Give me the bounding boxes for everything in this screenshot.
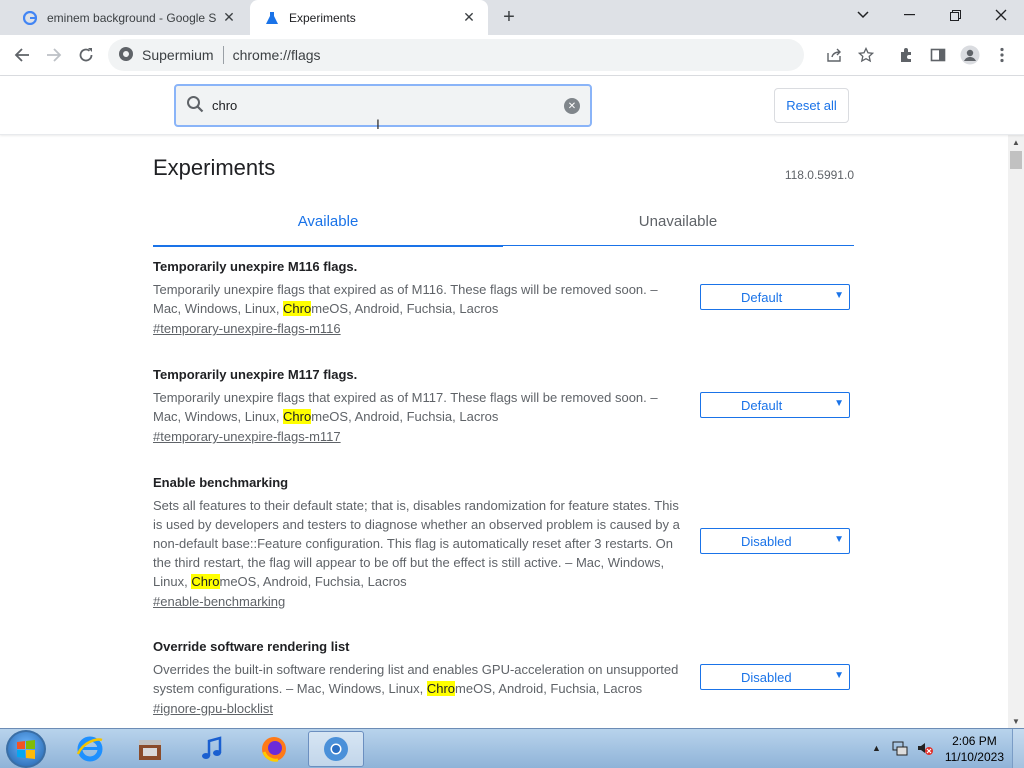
tab-google-search[interactable]: eminem background - Google S ✕ — [8, 0, 248, 35]
experiment-permalink[interactable]: #temporary-unexpire-flags-m117 — [153, 429, 341, 444]
google-icon — [22, 10, 38, 26]
search-highlight: Chro — [283, 409, 312, 424]
search-highlight: Chro — [191, 574, 220, 589]
new-tab-button[interactable]: + — [498, 6, 520, 28]
firefox-icon[interactable] — [246, 731, 302, 767]
experiment-state-select[interactable]: Disabled — [700, 664, 850, 690]
experiment-name: Enable benchmarking — [153, 475, 289, 490]
tab-title: Experiments — [289, 10, 356, 25]
experiment-permalink[interactable]: #temporary-unexpire-flags-m116 — [153, 321, 341, 336]
close-icon[interactable]: ✕ — [220, 9, 238, 27]
share-icon[interactable] — [822, 43, 846, 67]
extensions-icon[interactable] — [894, 43, 918, 67]
flags-header: ✕ Reset all Ι — [0, 76, 1024, 135]
close-window-button[interactable] — [978, 0, 1024, 30]
active-tab-underline — [153, 245, 503, 247]
close-icon[interactable]: ✕ — [460, 9, 478, 27]
scroll-up-icon[interactable]: ▲ — [1008, 135, 1024, 149]
restore-button[interactable] — [932, 0, 978, 30]
system-tray: ▲ 2:06 PM 11/10/2023 — [864, 729, 1024, 768]
experiment-select[interactable]: Disabled ▼ — [700, 528, 850, 554]
chromium-icon[interactable] — [308, 731, 364, 767]
clear-search-icon[interactable]: ✕ — [564, 98, 580, 114]
experiment-permalink[interactable]: #ignore-gpu-blocklist — [153, 701, 273, 716]
side-panel-icon[interactable] — [926, 43, 950, 67]
reset-all-button[interactable]: Reset all — [774, 88, 849, 123]
flags-search-box[interactable]: ✕ — [174, 84, 592, 127]
start-button[interactable] — [6, 730, 46, 768]
text-cursor-icon: Ι — [376, 116, 380, 132]
scroll-thumb[interactable] — [1010, 151, 1022, 169]
internet-explorer-icon[interactable] — [62, 731, 118, 767]
search-icon — [186, 95, 204, 116]
menu-kebab-icon[interactable] — [990, 43, 1014, 67]
tab-available[interactable]: Available — [153, 213, 503, 230]
experiment-description: Temporarily unexpire flags that expired … — [153, 390, 658, 424]
tab-title: eminem background - Google S — [47, 10, 217, 25]
minimize-button[interactable] — [886, 0, 932, 30]
system-clock[interactable]: 2:06 PM 11/10/2023 — [945, 733, 1004, 765]
address-bar[interactable]: Supermium chrome://flags — [108, 39, 804, 71]
experiment-permalink[interactable]: #enable-benchmarking — [153, 594, 285, 609]
forward-button[interactable] — [40, 41, 68, 69]
profile-avatar-icon[interactable] — [958, 43, 982, 67]
reload-button[interactable] — [72, 41, 100, 69]
itunes-icon[interactable] — [184, 731, 240, 767]
page-title: Experiments — [153, 155, 276, 180]
experiment-select[interactable]: Default ▼ — [700, 392, 850, 418]
experiment-item: Temporarily unexpire M116 flags. Tempora… — [153, 259, 854, 336]
experiment-name: Temporarily unexpire M116 flags. — [153, 259, 358, 274]
flags-content: Experiments 118.0.5991.0 Available Unava… — [0, 135, 1008, 728]
experiment-name: Override software rendering list — [153, 639, 350, 654]
tab-search-chevron-icon[interactable] — [840, 0, 886, 30]
site-info-icon[interactable] — [118, 46, 134, 65]
version-label: 118.0.5991.0 — [784, 168, 854, 182]
experiment-state-select[interactable]: Default — [700, 392, 850, 418]
site-label: Supermium — [142, 47, 214, 63]
tray-expand-icon[interactable]: ▲ — [872, 743, 881, 753]
experiment-state-select[interactable]: Disabled — [700, 528, 850, 554]
app-installer-icon[interactable] — [122, 731, 178, 767]
search-highlight: Chro — [426, 681, 456, 696]
bookmark-star-icon[interactable] — [854, 43, 878, 67]
experiment-description: Overrides the built-in software renderin… — [153, 662, 679, 696]
experiment-state-select[interactable]: Default — [700, 284, 850, 310]
experiment-item: Override software rendering list Overrid… — [153, 639, 854, 716]
browser-toolbar: Supermium chrome://flags — [0, 35, 1024, 76]
tab-strip: eminem background - Google S ✕ Experimen… — [0, 0, 1024, 35]
flags-tabs: Available Unavailable — [153, 205, 854, 247]
windows-logo-icon — [17, 740, 35, 759]
volume-muted-icon[interactable] — [916, 739, 934, 760]
back-button[interactable] — [8, 41, 36, 69]
experiment-description: Temporarily unexpire flags that expired … — [153, 282, 658, 316]
experiment-select[interactable]: Default ▼ — [700, 284, 850, 310]
experiment-item: Enable benchmarking Sets all features to… — [153, 475, 854, 609]
show-desktop-button[interactable] — [1012, 729, 1024, 768]
clock-time: 2:06 PM — [952, 734, 997, 748]
experiment-select[interactable]: Disabled ▼ — [700, 664, 850, 690]
network-icon[interactable] — [892, 739, 908, 760]
experiment-name: Temporarily unexpire M117 flags. — [153, 367, 358, 382]
search-input[interactable] — [212, 98, 542, 113]
windows-taskbar: ▲ 2:06 PM 11/10/2023 — [0, 728, 1024, 768]
url-text[interactable]: chrome://flags — [233, 47, 321, 63]
tab-unavailable[interactable]: Unavailable — [503, 213, 853, 230]
scroll-down-icon[interactable]: ▼ — [1008, 714, 1024, 728]
experiment-item: Temporarily unexpire M117 flags. Tempora… — [153, 367, 854, 444]
search-highlight: Chro — [283, 301, 312, 316]
experiments-flask-icon — [264, 10, 280, 26]
tab-experiments[interactable]: Experiments ✕ — [250, 0, 488, 35]
page-scrollbar[interactable]: ▲ ▼ — [1008, 135, 1024, 728]
experiment-description: Sets all features to their default state… — [153, 498, 680, 589]
clock-date: 11/10/2023 — [944, 750, 1004, 764]
omnibox-separator — [222, 46, 224, 64]
